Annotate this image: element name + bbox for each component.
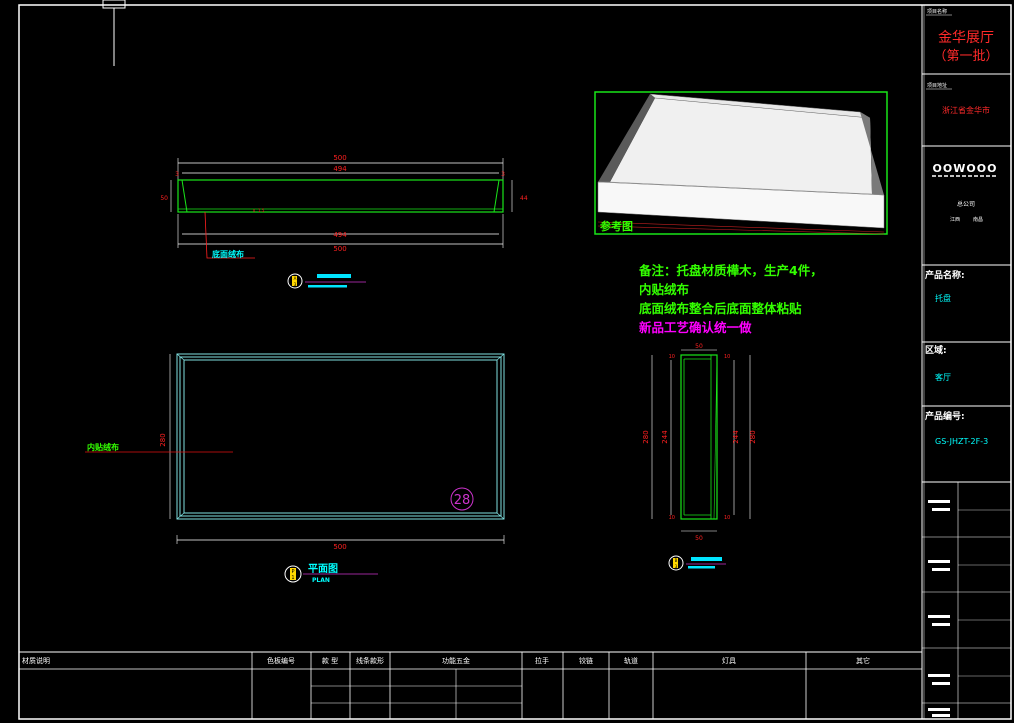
plan-dim-height: 280 xyxy=(159,433,167,446)
side-dim-top: 50 xyxy=(695,343,703,350)
plan-leader-label: 内贴绒布 xyxy=(87,442,119,452)
note-line-3: 底面绒布整合后底面整体粘贴 xyxy=(639,301,802,316)
side-outline xyxy=(680,354,718,520)
schedule-header-handle: 拉手 xyxy=(535,656,549,665)
project-location-label: 项目地址 xyxy=(927,82,947,89)
schedule-header-style: 款 型 xyxy=(322,656,338,665)
schedule-header-other: 其它 xyxy=(856,656,870,665)
front-marker-letter: A xyxy=(294,276,297,281)
product-name: 托盘 xyxy=(935,293,951,303)
front-dim-height-left: 50 xyxy=(160,195,168,202)
svg-text:1.5: 1.5 xyxy=(258,208,265,213)
product-name-label: 产品名称: xyxy=(925,269,965,281)
side-view: 50 280 244 10 10 244 280 10 10 50 B 3 xyxy=(642,343,757,571)
schedule-header-material: 材质说明 xyxy=(22,656,50,665)
product-code-label: 产品编号: xyxy=(925,410,965,422)
plan-marker-number: 1 xyxy=(291,575,294,581)
company-name: 总公司 xyxy=(957,200,975,208)
signature-bar-1b xyxy=(932,508,950,511)
plan-dim-width: 500 xyxy=(333,543,346,551)
front-dim-height-right: 44 xyxy=(520,195,528,202)
side-marker-number: 3 xyxy=(675,564,678,569)
note-line-2: 内贴绒布 xyxy=(639,282,690,297)
side-dim-small-bottom: 10 xyxy=(669,515,675,521)
front-marker-number: 3 xyxy=(294,282,297,287)
signature-bar-4b xyxy=(932,682,950,685)
side-title-subbar xyxy=(688,566,715,569)
note-line-1: 备注：托盘材质樺木，生产4件， xyxy=(638,263,823,278)
schedule-header-color: 色板编号 xyxy=(267,656,295,665)
plan-title: 平面图 xyxy=(308,563,338,575)
signature-bar-3b xyxy=(932,623,950,626)
side-dim-small-top: 10 xyxy=(669,354,675,360)
side-dim-outer-left: 280 xyxy=(642,430,650,443)
plan-view: 280 500 内贴绒布 28 P 1 平面图 PLAN xyxy=(85,353,505,584)
side-marker-letter: B xyxy=(675,558,678,563)
project-name-line-2: （第一批） xyxy=(933,49,998,64)
project-name-label: 项目名称 xyxy=(927,8,947,15)
schedule-header-hinge: 铰链 xyxy=(579,656,593,665)
front-title-subbar xyxy=(308,285,347,288)
signature-bar-4a xyxy=(928,674,950,677)
side-dim-bottom: 50 xyxy=(695,535,703,542)
front-dim-side-left: 3 xyxy=(175,171,179,178)
signature-bar-5a xyxy=(928,708,950,711)
front-dim-inner-bottom: 494 xyxy=(333,231,347,239)
notes: 备注：托盘材质樺木，生产4件， 内贴绒布 底面绒布整合后底面整体粘贴 新品工艺确… xyxy=(638,263,823,335)
company-sub-2: 南昌 xyxy=(973,216,983,223)
note-line-4: 新品工艺确认统一做 xyxy=(639,320,752,335)
area-value: 客厅 xyxy=(935,372,951,382)
signature-bar-1a xyxy=(928,500,950,503)
schedule-header-lighting: 灯具 xyxy=(722,656,736,665)
cad-drawing-sheet: 500 494 3 3 1.5 50 44 494 500 底面绒布 A 3 2… xyxy=(18,0,1012,720)
reference-image: 参考图 xyxy=(594,91,888,235)
plan-callout-number: 28 xyxy=(454,493,471,508)
signature-bar-5b xyxy=(932,714,950,717)
company-sub-1: 江西 xyxy=(950,216,960,223)
side-dim-outer-right: 280 xyxy=(749,430,757,443)
title-block: 项目名称 金华展厅 （第一批） 项目地址 浙江省金华市 OOWOOO 总公司 江… xyxy=(921,5,1011,719)
front-dim-inner-top: 494 xyxy=(333,165,347,173)
front-dim-total-top: 500 xyxy=(333,154,346,162)
front-tray-outline xyxy=(177,179,504,213)
signature-bar-2b xyxy=(932,568,950,571)
project-location: 浙江省金华市 xyxy=(942,105,990,115)
materials-schedule: 材质说明 色板编号 款 型 线条款形 功能五金 拉手 铰链 轨道 灯具 其它 xyxy=(19,652,922,719)
product-code: GS-JHZT-2F-3 xyxy=(935,437,988,446)
plan-inner-frame xyxy=(183,359,498,514)
side-dim-inner-left: 244 xyxy=(661,430,669,444)
side-dim-inner-right: 244 xyxy=(732,430,740,444)
side-dim-small-right-top: 10 xyxy=(724,354,730,360)
schedule-header-hardware: 功能五金 xyxy=(442,656,470,665)
front-title-bar xyxy=(317,274,351,278)
front-leader-label: 底面绒布 xyxy=(211,249,244,259)
logo-text: OOWOOO xyxy=(933,162,998,175)
top-left-tab xyxy=(102,0,126,9)
schedule-header-rail: 轨道 xyxy=(624,656,638,665)
plan-subtitle: PLAN xyxy=(312,577,330,584)
project-name-line-1: 金华展厅 xyxy=(938,30,994,46)
signature-bar-2a xyxy=(928,560,950,563)
schedule-header-line: 线条款形 xyxy=(356,656,384,665)
front-dim-side-right: 3 xyxy=(501,171,505,178)
front-view: 500 494 3 3 1.5 50 44 494 500 底面绒布 A 3 xyxy=(160,154,528,289)
area-label: 区域: xyxy=(925,344,947,356)
side-title-bar xyxy=(691,557,722,561)
reference-label: 参考图 xyxy=(600,219,633,233)
side-dim-small-right-bottom: 10 xyxy=(724,515,730,521)
front-dim-total-bottom: 500 xyxy=(333,245,346,253)
signature-bar-3a xyxy=(928,615,950,618)
